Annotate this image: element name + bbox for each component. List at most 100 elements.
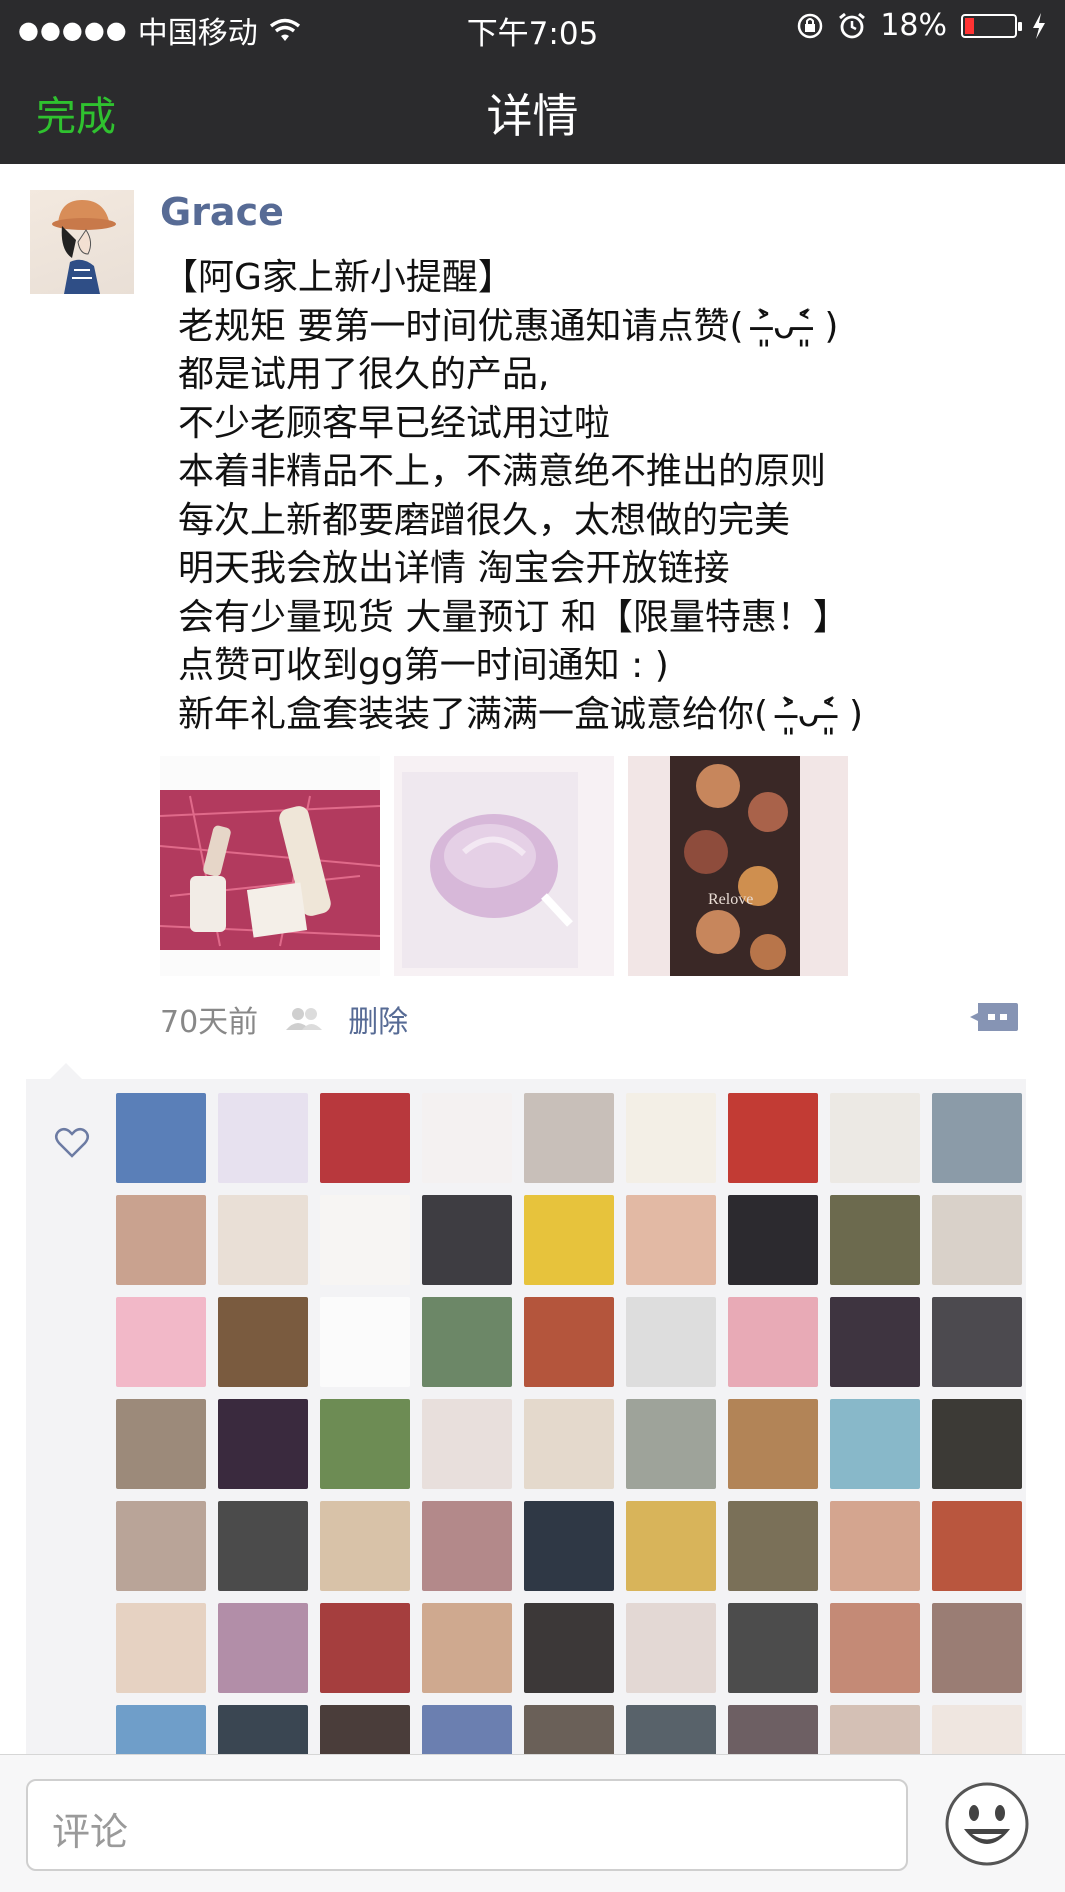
liker-avatar[interactable] [728, 1093, 818, 1183]
liker-avatar[interactable] [626, 1297, 716, 1387]
liker-avatar[interactable] [524, 1195, 614, 1285]
liker-avatar[interactable] [626, 1501, 716, 1591]
liker-avatar[interactable] [116, 1501, 206, 1591]
liker-avatar[interactable] [116, 1603, 206, 1693]
pink-gift-box-photo[interactable] [160, 756, 380, 976]
post-text-line: 新年礼盒套装装了满满一盒诚意给你( ˃̶͈̀ᴗ˂̶͈́ ) [178, 693, 864, 735]
liker-avatar[interactable] [830, 1399, 920, 1489]
battery-icon [961, 13, 1022, 38]
status-right: 18% [796, 8, 1047, 43]
liker-avatar[interactable] [218, 1399, 308, 1489]
liker-avatar[interactable] [524, 1297, 614, 1387]
orientation-lock-icon [798, 13, 823, 38]
liker-avatar[interactable] [218, 1603, 308, 1693]
battery-percent: 18% [880, 8, 947, 43]
photo-image [160, 756, 380, 976]
page-title: 详情 [486, 89, 579, 143]
post-text-line: 老规矩 要第一时间优惠通知请点赞( ˃̶͈̀ᴗ˂̶͈́ ) [178, 305, 839, 347]
moments-detail-screen: ●●●●● 中国移动 下午7:05 18% 完成 详情 Grace 【阿G家上新… [0, 0, 1065, 1892]
post-text-line: 每次上新都要磨蹭很久，太想做的完美 [178, 499, 791, 541]
brown-tins-photo[interactable]: Relove [628, 756, 848, 976]
post-text-line: 明天我会放出详情 淘宝会开放链接 [178, 548, 730, 589]
liker-avatar[interactable] [728, 1501, 818, 1591]
status-bar: ●●●●● 中国移动 下午7:05 18% [0, 0, 1065, 54]
liker-avatar[interactable] [116, 1399, 206, 1489]
liker-avatar[interactable] [932, 1399, 1022, 1489]
navigation-bar: 完成 详情 [0, 54, 1065, 164]
liker-avatar[interactable] [830, 1297, 920, 1387]
liker-avatar[interactable] [320, 1501, 410, 1591]
charging-bolt-icon [1033, 12, 1045, 39]
liker-avatar[interactable] [320, 1603, 410, 1693]
liker-avatar[interactable] [320, 1093, 410, 1183]
moment-post: Grace 【阿G家上新小提醒】 老规矩 要第一时间优惠通知请点赞( ˃̶͈̀ᴗ… [0, 164, 1065, 1795]
liker-avatar[interactable] [932, 1501, 1022, 1591]
liker-avatar[interactable] [116, 1297, 206, 1387]
liker-avatar[interactable] [218, 1195, 308, 1285]
liker-avatar[interactable] [320, 1195, 410, 1285]
liker-avatar[interactable] [524, 1093, 614, 1183]
avatar-illustration [52, 200, 116, 294]
liker-avatar[interactable] [728, 1399, 818, 1489]
emoji-button-icon[interactable] [942, 1779, 1032, 1869]
likes-panel [26, 1063, 1026, 1795]
post-text-line: 本着非精品不上，不满意绝不推出的原则 [178, 451, 827, 492]
liker-avatar[interactable] [320, 1297, 410, 1387]
post-text-line: 不少老顾客早已经试用过啦 [178, 402, 611, 444]
photo-grid: Relove [160, 756, 848, 976]
post-text-line: 【阿G家上新小提醒】 [162, 257, 514, 298]
liker-avatar[interactable] [422, 1399, 512, 1489]
liker-avatar[interactable] [116, 1195, 206, 1285]
liker-avatar[interactable] [524, 1501, 614, 1591]
comment-input[interactable]: 评论 [26, 1779, 908, 1871]
delete-button[interactable]: 删除 [348, 997, 408, 1041]
comment-bar: 评论 [0, 1754, 1065, 1892]
liker-avatar[interactable] [218, 1093, 308, 1183]
liker-avatar[interactable] [320, 1399, 410, 1489]
liker-avatar[interactable] [626, 1195, 716, 1285]
liker-avatar[interactable] [626, 1093, 716, 1183]
liker-avatar[interactable] [524, 1603, 614, 1693]
liker-avatar[interactable] [932, 1297, 1022, 1387]
friends-visibility-icon [286, 1008, 323, 1030]
liker-avatar[interactable] [932, 1603, 1022, 1693]
liker-avatar[interactable] [116, 1093, 206, 1183]
liker-avatar[interactable] [728, 1603, 818, 1693]
liker-avatar[interactable] [830, 1093, 920, 1183]
photo-overlay-text: Relove [708, 891, 753, 908]
liker-avatar[interactable] [422, 1093, 512, 1183]
post-text: 【阿G家上新小提醒】 老规矩 要第一时间优惠通知请点赞( ˃̶͈̀ᴗ˂̶͈́ )… [162, 254, 1038, 739]
photo-image: Relove [628, 756, 848, 976]
liker-avatar[interactable] [422, 1603, 512, 1693]
liker-avatar-grid [116, 1093, 1028, 1795]
liker-avatar[interactable] [932, 1195, 1022, 1285]
liker-avatar[interactable] [626, 1603, 716, 1693]
heart-icon [55, 1128, 89, 1158]
liker-avatar[interactable] [422, 1501, 512, 1591]
post-author-name[interactable]: Grace [160, 190, 284, 234]
liker-avatar[interactable] [728, 1297, 818, 1387]
post-text-line: 会有少量现货 大量预订 和【限量特惠！】 [178, 596, 849, 638]
battery-fill [965, 17, 974, 34]
liker-avatar[interactable] [626, 1399, 716, 1489]
comment-placeholder: 评论 [52, 1810, 129, 1854]
liker-avatar[interactable] [218, 1297, 308, 1387]
liker-avatar[interactable] [524, 1399, 614, 1489]
post-time: 70天前 [160, 1005, 259, 1040]
liker-avatar[interactable] [830, 1195, 920, 1285]
liker-avatar[interactable] [422, 1297, 512, 1387]
liker-avatar[interactable] [932, 1093, 1022, 1183]
avatar[interactable] [30, 190, 134, 294]
liker-avatar[interactable] [422, 1195, 512, 1285]
post-text-line: 点赞可收到gg第一时间通知 : ) [178, 645, 669, 686]
comment-more-icon[interactable] [968, 999, 1020, 1035]
liker-avatar[interactable] [218, 1501, 308, 1591]
liker-avatar[interactable] [728, 1195, 818, 1285]
lilac-cream-photo[interactable] [394, 756, 614, 976]
liker-avatar[interactable] [830, 1501, 920, 1591]
photo-image [394, 756, 614, 976]
alarm-icon [839, 12, 866, 38]
post-meta: 70天前 删除 [160, 989, 1020, 1049]
post-text-line: 都是试用了很久的产品, [178, 354, 550, 395]
liker-avatar[interactable] [830, 1603, 920, 1693]
